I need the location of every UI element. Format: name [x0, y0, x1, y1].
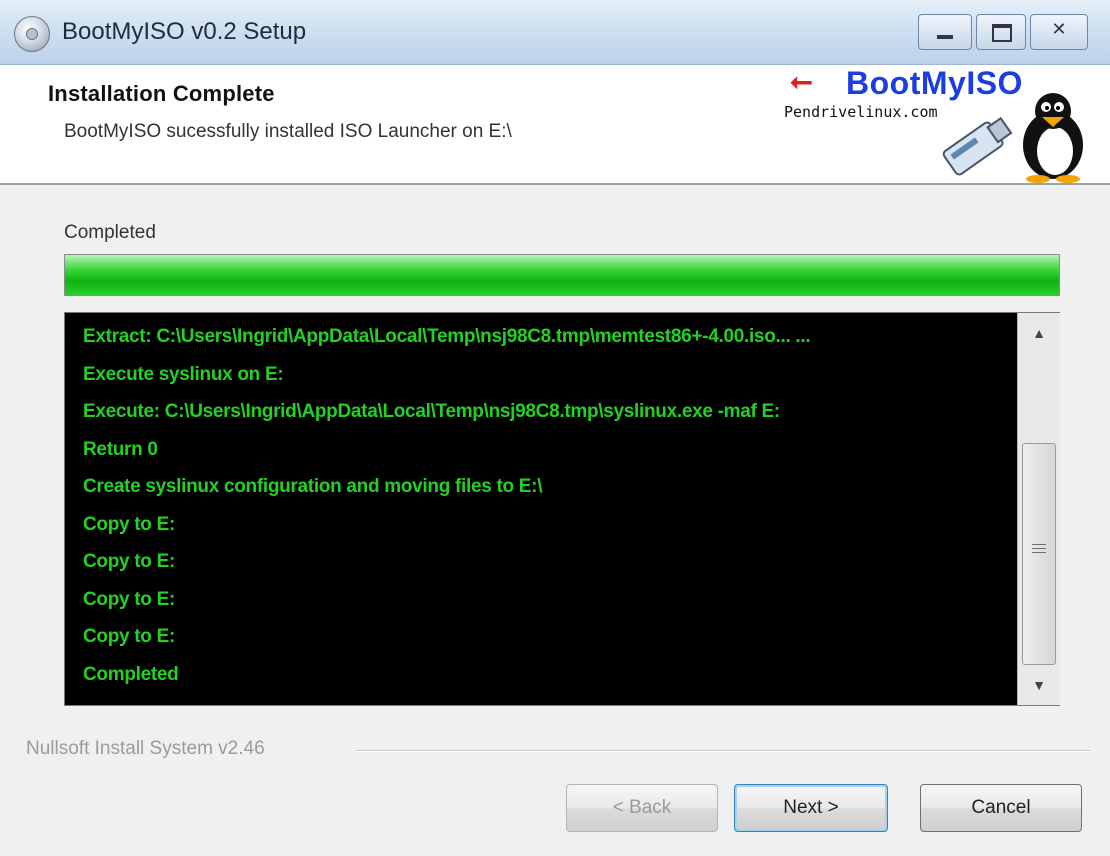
- close-icon: ✕: [1051, 19, 1067, 39]
- divider: [356, 750, 1090, 752]
- back-button[interactable]: < Back: [566, 784, 718, 832]
- log-line: Execute syslinux on E:: [83, 363, 284, 385]
- status-label: Completed: [64, 222, 156, 243]
- log-line: Execute: C:\Users\Ingrid\AppData\Local\T…: [83, 401, 780, 422]
- grip-icon: [1032, 544, 1046, 556]
- scroll-thumb[interactable]: [1022, 443, 1056, 665]
- window-title: BootMyISO v0.2 Setup: [62, 18, 307, 45]
- usb-drive-icon: [942, 116, 1013, 176]
- log-line: Copy to E:: [83, 626, 175, 647]
- log-line: Extract: C:\Users\Ingrid\AppData\Local\T…: [83, 326, 811, 347]
- close-button[interactable]: ✕: [1030, 14, 1088, 50]
- log-line: Return 0: [83, 438, 158, 460]
- maximize-icon: [992, 24, 1012, 42]
- log-line: Copy to E:: [83, 588, 175, 610]
- disc-icon: [14, 16, 50, 52]
- log-line: Create syslinux configuration and moving…: [83, 476, 543, 497]
- scroll-up-arrow-icon[interactable]: ▲: [1018, 313, 1060, 353]
- page-subtitle: BootMyISO sucessfully installed ISO Laun…: [64, 121, 512, 142]
- log-line: Copy to E:: [83, 551, 175, 572]
- progress-bar: [64, 254, 1060, 296]
- logo-site: Pendrivelinux.com: [784, 103, 938, 121]
- logo-name: BootMyISO: [846, 65, 1023, 101]
- minimize-icon: [937, 35, 953, 39]
- progress-fill: [65, 255, 1059, 295]
- nsis-branding: Nullsoft Install System v2.46: [26, 738, 265, 759]
- install-log[interactable]: Extract: C:\Users\Ingrid\AppData\Local\T…: [64, 312, 1060, 706]
- log-line: Copy to E:: [83, 513, 175, 535]
- log-scrollbar[interactable]: ▲ ▼: [1017, 313, 1060, 705]
- penguin-icon: [1023, 93, 1083, 183]
- minimize-button[interactable]: [918, 14, 972, 50]
- log-line: Completed: [83, 663, 179, 685]
- page-title: Installation Complete: [48, 81, 275, 106]
- bootmyiso-logo: ⭠ BootMyISO Pendrivelinux.com: [780, 65, 1100, 183]
- installer-window: BootMyISO v0.2 Setup ✕ Installation Comp…: [0, 0, 1110, 856]
- next-button[interactable]: Next >: [734, 784, 888, 832]
- cancel-button[interactable]: Cancel: [920, 784, 1082, 832]
- usb-icon: ⭠: [790, 65, 813, 96]
- title-bar[interactable]: BootMyISO v0.2 Setup ✕: [0, 0, 1110, 65]
- scroll-down-arrow-icon[interactable]: ▼: [1018, 665, 1060, 705]
- maximize-button[interactable]: [976, 14, 1026, 50]
- header-panel: Installation Complete BootMyISO sucessfu…: [0, 65, 1110, 185]
- log-lines: Extract: C:\Users\Ingrid\AppData\Local\T…: [65, 313, 1017, 705]
